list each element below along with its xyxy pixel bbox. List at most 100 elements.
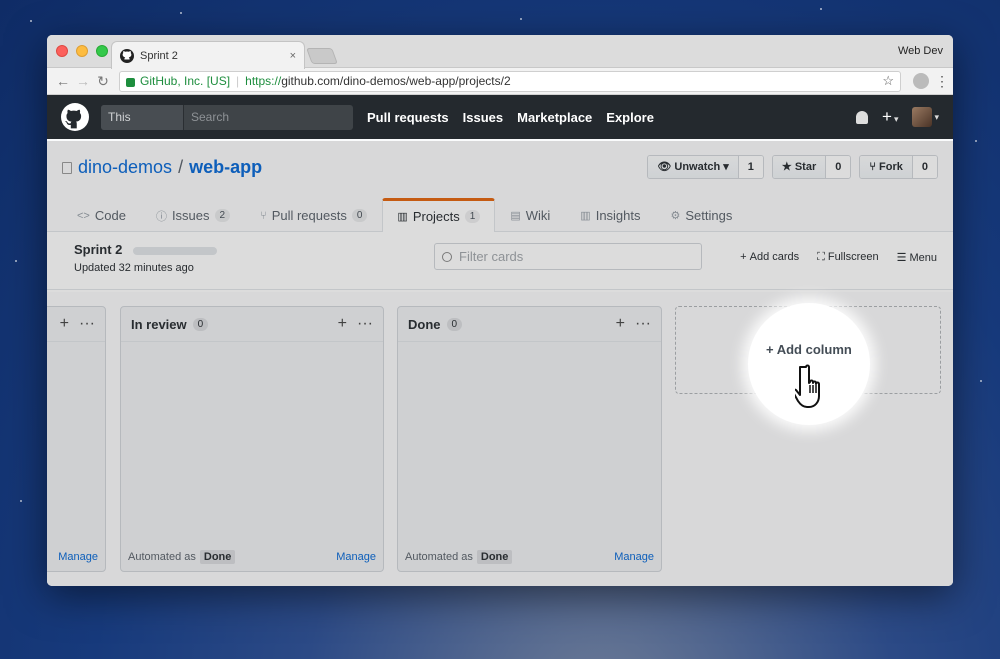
fork-button[interactable]: ⑂ Fork: [860, 156, 913, 178]
star-decoration: [980, 380, 982, 382]
tab-code[interactable]: <> Code: [62, 198, 141, 232]
plus-icon: +: [740, 251, 747, 263]
browser-profile-name[interactable]: Web Dev: [898, 45, 943, 57]
column-more-icon[interactable]: ···: [635, 315, 651, 333]
column-more-icon[interactable]: ···: [357, 315, 373, 333]
reload-icon[interactable]: ↻: [93, 73, 113, 90]
book-icon: ▤: [510, 210, 521, 222]
star-decoration: [520, 18, 522, 20]
tab-counter: 2: [214, 209, 231, 222]
star-decoration: [180, 12, 182, 14]
column-footer: Automated as Done Manage: [398, 543, 661, 571]
column-tools: + ···: [60, 315, 95, 333]
browser-tab[interactable]: Sprint 2 ×: [111, 41, 305, 69]
notifications-bell-icon[interactable]: [856, 110, 868, 124]
nav-explore[interactable]: Explore: [606, 110, 654, 125]
project-column-done: Done 0 + ··· Automated as Done Manage: [397, 306, 662, 572]
repo-name-link[interactable]: web-app: [189, 157, 262, 178]
create-new-dropdown[interactable]: + ▾: [882, 107, 898, 127]
automation-tag: Done: [476, 550, 513, 564]
window-controls: [56, 45, 108, 57]
pull-request-icon: ⑂: [260, 209, 267, 222]
project-header: Sprint 2 Updated 32 minutes ago +Add car…: [47, 232, 953, 290]
new-tab-button[interactable]: [306, 48, 338, 64]
menu-button[interactable]: ☰ Menu: [897, 251, 937, 264]
tab-label: Insights: [595, 208, 641, 223]
chevron-down-icon: ▾: [893, 114, 899, 124]
project-name: Sprint 2: [74, 242, 123, 257]
bookmark-star-icon[interactable]: ☆: [882, 73, 894, 89]
repo-actions: 👁 Unwatch ▾ 1 ★ Star 0 ⑂ Fork 0: [647, 155, 938, 179]
manage-automation-link[interactable]: Manage: [58, 551, 98, 563]
star-decoration: [975, 140, 977, 142]
minimize-window-button[interactable]: [76, 45, 88, 57]
tab-strip: Sprint 2 × Web Dev: [47, 35, 953, 69]
nav-issues[interactable]: Issues: [463, 110, 503, 125]
tab-settings[interactable]: ⚙ Settings: [656, 198, 748, 232]
tab-issues[interactable]: ⓘ Issues 2: [141, 198, 245, 232]
global-nav: Pull requests Issues Marketplace Explore: [367, 110, 654, 125]
browser-menu-icon[interactable]: ⋮: [935, 73, 949, 90]
code-icon: <>: [77, 209, 90, 222]
pointer-hand-icon: [795, 364, 820, 408]
back-icon[interactable]: ←: [53, 73, 73, 89]
watch-count[interactable]: 1: [738, 156, 763, 178]
tab-insights[interactable]: ▥ Insights: [565, 198, 655, 232]
fork-count[interactable]: 0: [912, 156, 937, 178]
star-button[interactable]: ★ Star: [772, 156, 827, 178]
add-column-button[interactable]: + Add column: [766, 342, 852, 357]
gear-icon: ⚙: [670, 210, 681, 222]
browser-toolbar: ← → ↻ GitHub, Inc. [US] | https:// githu…: [47, 68, 953, 95]
search-icon: [442, 251, 452, 262]
fork-label: Fork: [879, 161, 903, 173]
column-header: In review 0 + ···: [121, 307, 383, 342]
avatar: [912, 107, 933, 127]
repo-header: dino-demos / web-app 👁 Unwatch ▾ 1 ★ Sta…: [47, 139, 953, 232]
manage-automation-link[interactable]: Manage: [614, 551, 654, 563]
fullscreen-label: Fullscreen: [827, 251, 879, 263]
manage-automation-link[interactable]: Manage: [336, 551, 376, 563]
forward-icon[interactable]: →: [73, 73, 93, 89]
fullscreen-button[interactable]: ⛶ Fullscreen: [817, 251, 878, 264]
tab-label: Settings: [685, 208, 733, 223]
github-header: This repository Pull requests Issues Mar…: [47, 95, 953, 139]
repo-search: This repository: [101, 104, 353, 130]
nav-marketplace[interactable]: Marketplace: [517, 110, 592, 125]
tab-counter: 1: [464, 210, 481, 223]
tab-pull-requests[interactable]: ⑂ Pull requests 0: [245, 198, 382, 232]
star-count[interactable]: 0: [826, 156, 851, 178]
user-menu-dropdown[interactable]: ▾: [912, 107, 939, 127]
add-cards-button[interactable]: + Add cards: [740, 251, 799, 264]
menu-label: Menu: [909, 252, 937, 264]
search-input[interactable]: [184, 104, 353, 130]
project-progress-bar: [133, 247, 217, 255]
github-logo-icon[interactable]: [61, 103, 89, 131]
project-column-in-review: In review 0 + ··· Automated as Done Mana…: [120, 306, 384, 572]
project-column-partial: + ··· Manage: [47, 306, 106, 572]
tab-close-icon[interactable]: ×: [290, 50, 296, 62]
add-card-icon[interactable]: +: [616, 315, 625, 333]
extension-icon[interactable]: [913, 73, 929, 89]
header-user-actions: + ▾ ▾: [856, 107, 939, 127]
add-card-icon[interactable]: +: [338, 315, 347, 333]
repo-title: dino-demos / web-app: [62, 157, 262, 178]
url-path: github.com/dino-demos/web-app/projects/2: [281, 74, 511, 88]
add-card-icon[interactable]: +: [60, 315, 69, 333]
graph-icon: ▥: [580, 210, 591, 222]
automated-label: Automated as: [128, 551, 196, 563]
address-bar[interactable]: GitHub, Inc. [US] | https:// github.com/…: [119, 70, 901, 92]
repo-owner-link[interactable]: dino-demos: [78, 157, 172, 178]
column-more-icon[interactable]: ···: [79, 315, 95, 333]
close-window-button[interactable]: [56, 45, 68, 57]
github-icon: [120, 48, 134, 63]
tab-projects[interactable]: ▥ Projects 1: [382, 198, 496, 232]
nav-pull-requests[interactable]: Pull requests: [367, 110, 449, 125]
plus-icon: +: [882, 107, 892, 126]
maximize-window-button[interactable]: [96, 45, 108, 57]
column-header: Done 0 + ···: [398, 307, 661, 342]
column-count: 0: [192, 317, 209, 331]
tab-wiki[interactable]: ▤ Wiki: [495, 198, 565, 232]
filter-cards-input[interactable]: [459, 249, 694, 264]
unwatch-label: Unwatch: [674, 161, 721, 173]
unwatch-button[interactable]: 👁 Unwatch ▾: [648, 156, 739, 178]
